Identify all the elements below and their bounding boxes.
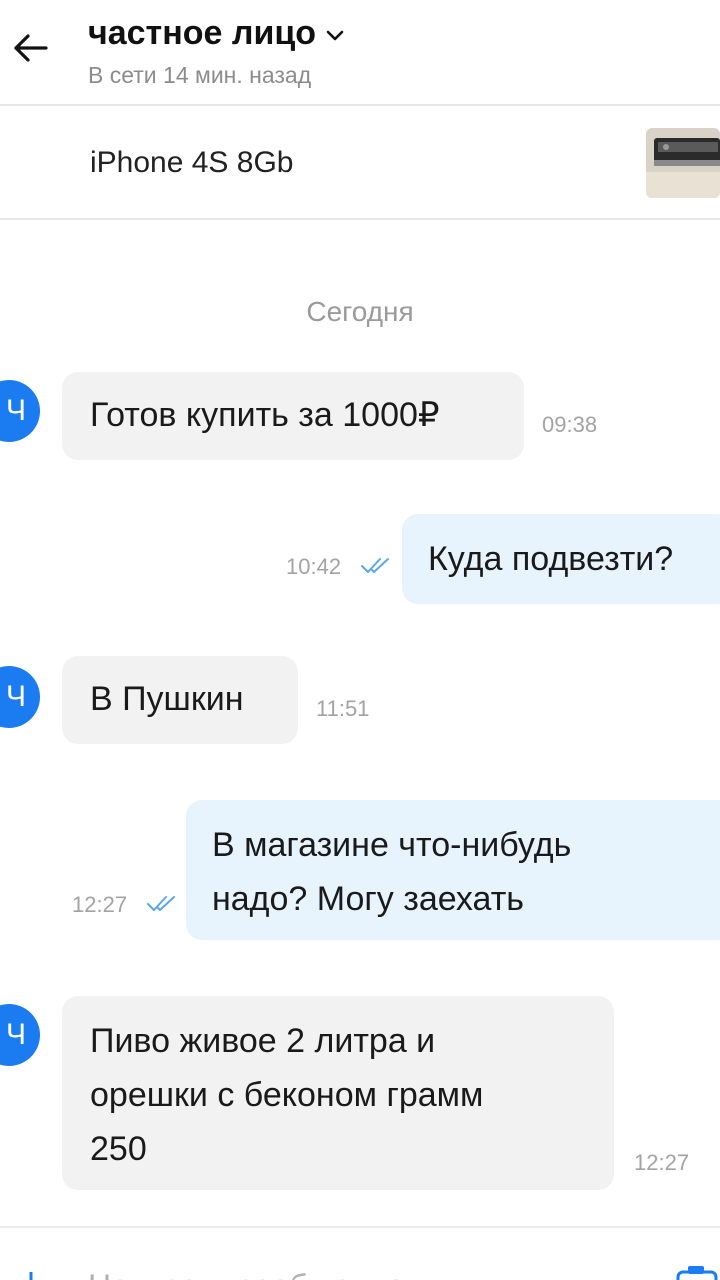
sender-avatar[interactable]: Ч	[0, 380, 40, 442]
message-bubble-incoming[interactable]: В Пушкин	[62, 656, 298, 744]
message-input[interactable]: Написать сообщение	[88, 1268, 405, 1280]
listing-divider	[0, 218, 720, 220]
sender-avatar[interactable]: Ч	[0, 1004, 40, 1066]
listing-title: iPhone 4S 8Gb	[90, 146, 294, 179]
header-divider	[0, 104, 720, 106]
camera-icon[interactable]	[672, 1262, 720, 1280]
message-time: 10:42	[286, 554, 342, 579]
message-bubble-incoming[interactable]: Готов купить за 1000₽	[62, 372, 524, 460]
contact-name-row[interactable]: частное лицо	[88, 14, 344, 53]
listing-thumbnail[interactable]	[646, 128, 720, 198]
phone-photo-icon	[646, 128, 720, 198]
message-time: 12:27	[634, 1150, 690, 1175]
message-time: 12:27	[72, 892, 128, 917]
chevron-down-icon	[326, 30, 344, 40]
attach-plus-icon[interactable]	[16, 1268, 46, 1280]
read-ticks-icon	[147, 896, 175, 911]
message-time: 11:51	[316, 696, 370, 721]
message-text-line: Пиво живое 2 литра и	[90, 1022, 436, 1060]
online-status: В сети 14 мин. назад	[88, 62, 312, 88]
back-arrow-icon	[14, 34, 48, 62]
message-text-line: орешки с беконом грамм	[90, 1076, 484, 1114]
message-text: Готов купить за 1000₽	[90, 396, 440, 434]
message-text: В Пушкин	[90, 680, 244, 718]
sender-avatar[interactable]: Ч	[0, 666, 40, 728]
message-bubble-incoming[interactable]: Пиво живое 2 литра и орешки с беконом гр…	[62, 996, 689, 1190]
listing-card[interactable]: iPhone 4S 8Gb	[0, 108, 720, 218]
date-separator: Сегодня	[306, 296, 414, 327]
chat-screen: частное лицо В сети 14 мин. назад iPhone…	[0, 0, 720, 1280]
message-text-line: 250	[90, 1130, 147, 1168]
message-bubble-outgoing[interactable]: Куда подвезти?	[402, 514, 720, 604]
read-ticks-icon	[361, 558, 389, 573]
message-composer: Написать сообщение	[0, 1226, 720, 1280]
back-button[interactable]	[8, 26, 52, 70]
message-time: 09:38	[542, 412, 598, 437]
message-text-line: В магазине что-нибудь	[212, 826, 572, 864]
chat-header: частное лицо В сети 14 мин. назад	[0, 0, 720, 106]
message-text: Куда подвезти?	[428, 540, 674, 578]
message-text-line: надо? Могу заехать	[212, 880, 524, 918]
contact-name: частное лицо	[88, 14, 317, 52]
message-bubble-outgoing[interactable]: В магазине что-нибудь надо? Могу заехать	[186, 800, 720, 940]
